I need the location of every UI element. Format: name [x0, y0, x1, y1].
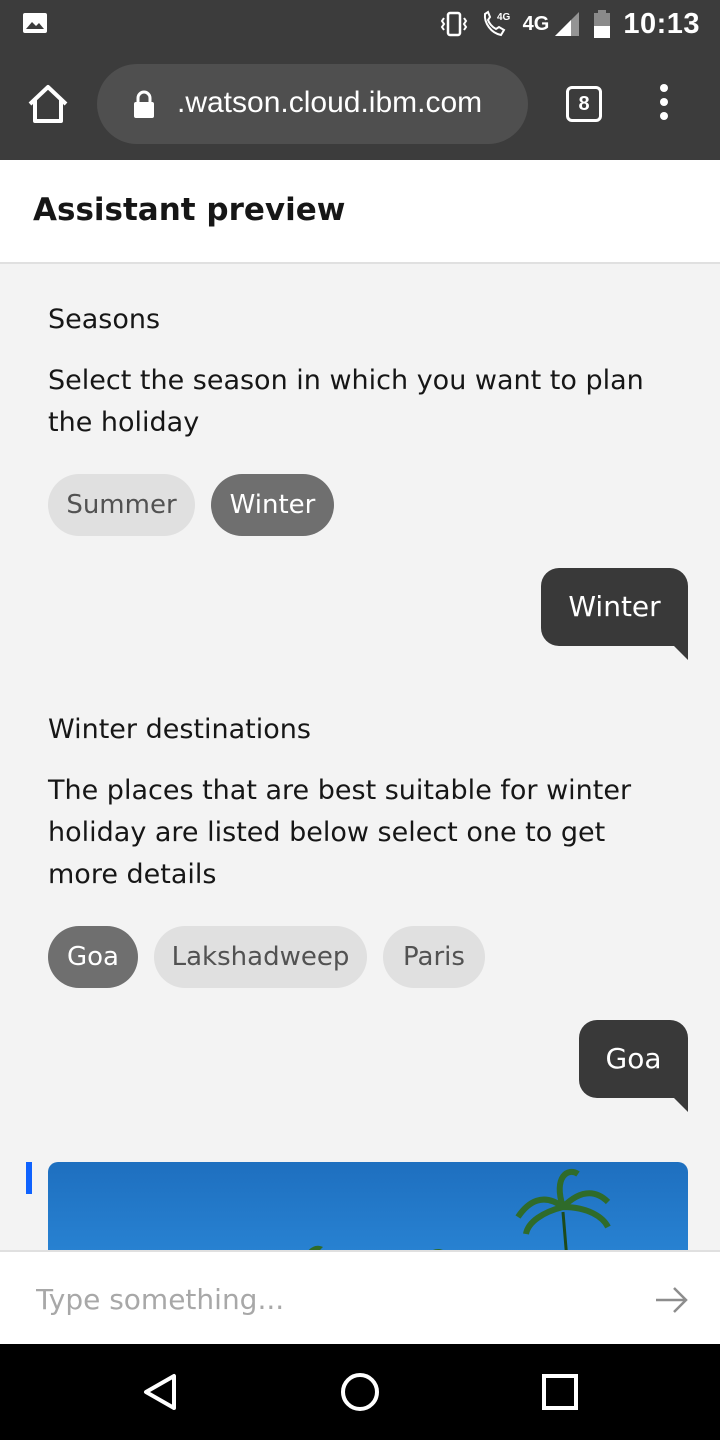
palm-tree — [515, 1168, 611, 1250]
back-icon[interactable] — [138, 1370, 182, 1414]
message-composer — [0, 1250, 720, 1344]
home-icon[interactable] — [24, 80, 72, 128]
home-circle-icon[interactable] — [338, 1370, 382, 1414]
seasons-text: Select the season in which you want to p… — [48, 365, 644, 438]
response-marker — [26, 1162, 32, 1194]
status-bar: 4G 4G 10:13 — [0, 0, 720, 48]
user-message-text: Winter — [568, 590, 661, 623]
more-vert-icon[interactable] — [650, 84, 678, 124]
option-summer[interactable]: Summer — [48, 474, 195, 536]
preview-header: Assistant preview — [0, 160, 720, 264]
arrow-right-icon[interactable] — [652, 1280, 692, 1320]
user-message: Goa — [579, 1020, 688, 1112]
winter-destinations-title: Winter destinations — [48, 714, 311, 745]
page-title: Assistant preview — [33, 192, 346, 228]
address-bar[interactable]: .watson.cloud.ibm.com — [97, 64, 528, 144]
option-goa[interactable]: Goa — [48, 926, 138, 988]
image-icon — [23, 13, 47, 33]
tabs-button[interactable]: 8 — [566, 86, 602, 122]
option-lakshadweep[interactable]: Lakshadweep — [154, 926, 367, 988]
lock-icon — [134, 90, 154, 118]
winter-destinations-text: The places that are best suitable for wi… — [48, 775, 632, 890]
battery-icon — [594, 10, 611, 38]
network-type: 4G — [522, 12, 550, 35]
signal-icon — [555, 12, 580, 36]
volte-call-icon: 4G — [483, 10, 511, 37]
option-winter[interactable]: Winter — [211, 474, 334, 536]
system-nav-bar — [0, 1344, 720, 1440]
vibrate-icon — [440, 11, 467, 37]
status-icons: 4G 4G 10:13 — [439, 0, 700, 48]
user-message: Winter — [541, 568, 688, 660]
message-input[interactable] — [36, 1274, 616, 1324]
recents-icon[interactable] — [538, 1370, 582, 1414]
volte-label: 4G — [497, 12, 511, 23]
palm-trees-illustration — [308, 1168, 611, 1250]
option-paris[interactable]: Paris — [383, 926, 485, 988]
seasons-title: Seasons — [48, 304, 161, 335]
clock: 10:13 — [623, 7, 700, 40]
url-text[interactable]: .watson.cloud.ibm.com — [177, 86, 482, 120]
browser-toolbar: .watson.cloud.ibm.com 8 — [0, 48, 720, 160]
user-message-text: Goa — [605, 1042, 662, 1075]
goa-beach-image — [48, 1162, 688, 1250]
chat-transcript[interactable]: Seasons Select the season in which you w… — [0, 264, 720, 1250]
